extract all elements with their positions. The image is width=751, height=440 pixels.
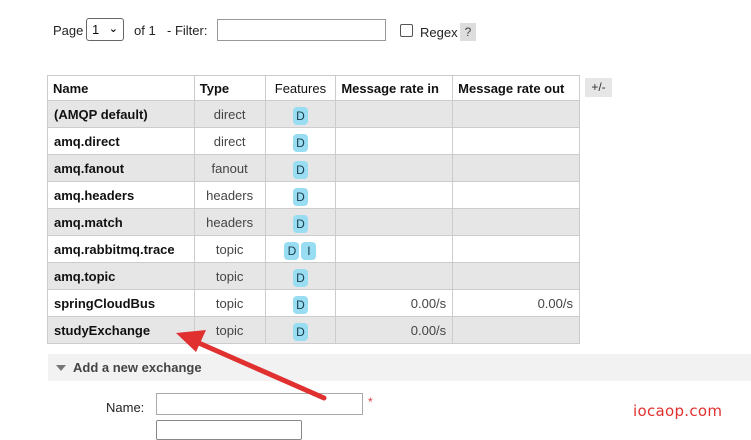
annotation-arrow-icon [176,330,327,401]
watermark: iocaop.com [633,402,723,420]
